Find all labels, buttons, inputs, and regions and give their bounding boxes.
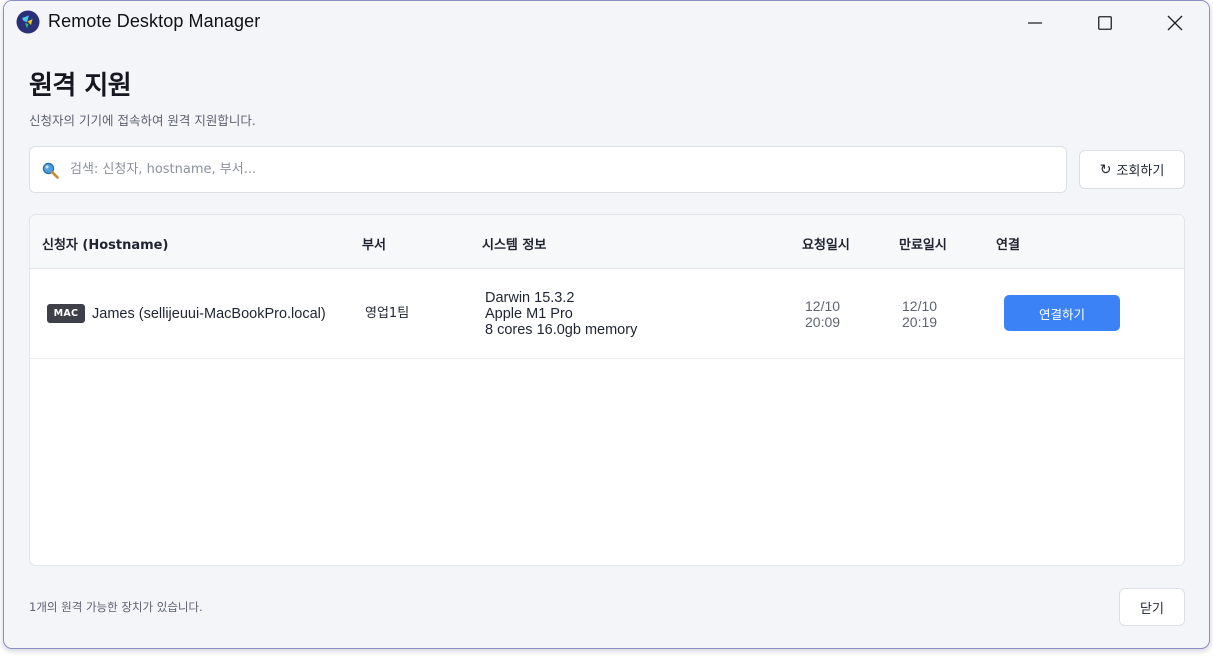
refresh-button-label: 조회하기 (1116, 164, 1165, 179)
maximize-icon (1098, 16, 1112, 30)
requested-at-cell: 12/10 20:09 (805, 298, 840, 330)
minimize-icon (1028, 22, 1042, 24)
device-table: 신청자 (Hostname) 부서 시스템 정보 요청일시 만료일시 연결 MA… (29, 214, 1185, 566)
device-count-status: 1개의 원격 가능한 장치가 있습니다. (29, 600, 203, 614)
expires-time: 20:19 (902, 314, 938, 330)
system-info-chip: Apple M1 Pro (485, 306, 573, 322)
column-header-connect: 연결 (996, 238, 1020, 253)
table-row: MAC James (sellijeuui-MacBookPro.local) … (30, 269, 1184, 359)
app-window: Remote Desktop Manager 원격 지원 신청자의 기기에 접속… (3, 0, 1210, 649)
refresh-icon: ↻ (1099, 161, 1112, 178)
window-title: Remote Desktop Manager (48, 11, 261, 31)
page-title: 원격 지원 (29, 71, 132, 101)
system-info-hardware: 8 cores 16.0gb memory (485, 322, 638, 338)
department-cell: 영업1팀 (365, 306, 410, 321)
search-input[interactable] (70, 147, 1050, 192)
app-logo-icon (16, 10, 40, 34)
maximize-button[interactable] (1070, 1, 1140, 45)
os-badge: MAC (47, 304, 85, 323)
connect-button[interactable]: 연결하기 (1004, 295, 1120, 331)
system-info-cell: Darwin 15.3.2 Apple M1 Pro 8 cores 16.0g… (485, 290, 637, 338)
column-header-department: 부서 (362, 238, 386, 253)
refresh-button[interactable]: ↻ 조회하기 (1079, 150, 1185, 189)
search-icon (42, 162, 59, 179)
table-header: 신청자 (Hostname) 부서 시스템 정보 요청일시 만료일시 연결 (30, 215, 1184, 269)
requested-date: 12/10 (805, 298, 841, 314)
requested-time: 20:09 (805, 314, 841, 330)
expires-at-cell: 12/10 20:19 (902, 298, 937, 330)
minimize-button[interactable] (1000, 1, 1070, 45)
page-subtitle: 신청자의 기기에 접속하여 원격 지원합니다. (29, 113, 256, 128)
close-icon (1167, 15, 1183, 31)
expires-date: 12/10 (902, 298, 938, 314)
title-bar[interactable]: Remote Desktop Manager (4, 1, 1209, 45)
close-button[interactable]: 닫기 (1119, 588, 1185, 626)
column-header-expires-at: 만료일시 (899, 238, 947, 253)
column-header-requester: 신청자 (Hostname) (42, 238, 169, 253)
close-window-button[interactable] (1140, 1, 1209, 45)
column-header-system-info: 시스템 정보 (482, 238, 547, 253)
requester-cell: James (sellijeuui-MacBookPro.local) (92, 306, 326, 322)
search-box[interactable] (29, 146, 1067, 193)
system-info-os: Darwin 15.3.2 (485, 290, 575, 306)
column-header-requested-at: 요청일시 (802, 238, 850, 253)
